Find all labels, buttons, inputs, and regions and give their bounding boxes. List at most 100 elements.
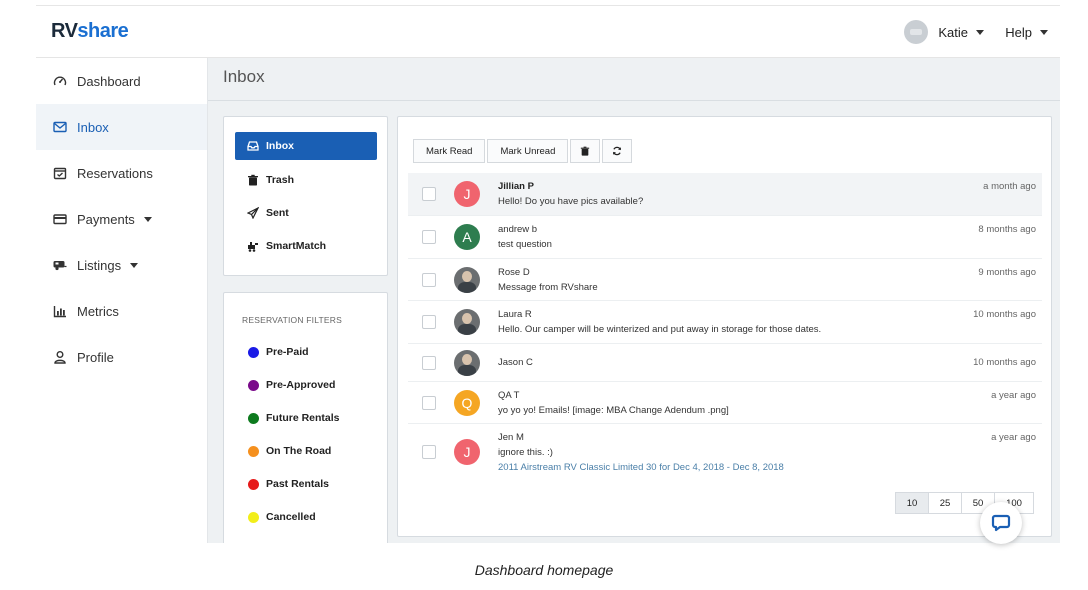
help-label: Help xyxy=(1005,25,1032,40)
sidebar-item-listings[interactable]: Listings xyxy=(36,242,207,288)
refresh-button[interactable] xyxy=(602,139,633,163)
message-checkbox[interactable] xyxy=(422,273,436,287)
filter-color-dot xyxy=(248,379,259,391)
filter-label: On The Road xyxy=(266,445,332,457)
sidebar-item-inbox[interactable]: Inbox xyxy=(36,104,207,150)
message-row[interactable]: Laura R Hello. Our camper will be winter… xyxy=(408,301,1042,344)
sidebar-item-payments[interactable]: Payments xyxy=(36,196,207,242)
folder-label: Sent xyxy=(266,207,289,219)
message-checkbox[interactable] xyxy=(422,230,436,244)
sidebar-item-label: Payments xyxy=(77,211,135,227)
sidebar-item-label: Reservations xyxy=(77,165,153,181)
message-row[interactable]: A andrew b test question 8 months ago xyxy=(408,216,1042,259)
message-preview: Hello. Our camper will be winterized and… xyxy=(498,324,822,335)
sidebar-nav: Dashboard Inbox Reservations Payments Li… xyxy=(36,58,207,543)
rv-trailer-icon xyxy=(53,258,67,272)
inbox-tray-icon xyxy=(247,140,259,152)
user-name: Katie xyxy=(938,24,968,40)
sidebar-item-label: Metrics xyxy=(77,303,119,319)
mark-unread-button[interactable]: Mark Unread xyxy=(487,139,569,163)
message-row[interactable]: Rose D Message from RVshare 9 months ago xyxy=(408,259,1042,301)
message-row[interactable]: Q QA T yo yo yo! Emails! [image: MBA Cha… xyxy=(408,382,1042,424)
message-time: 10 months ago xyxy=(973,309,1036,320)
folder-trash[interactable]: Trash xyxy=(235,166,377,194)
page-title: Inbox xyxy=(223,67,265,86)
message-time: 9 months ago xyxy=(978,267,1036,278)
sender-name: Jillian P xyxy=(498,181,534,192)
filter-color-dot xyxy=(248,412,259,424)
filter-label: Cancelled xyxy=(266,511,316,523)
bar-chart-icon xyxy=(53,304,67,318)
message-checkbox[interactable] xyxy=(422,187,436,201)
sidebar-item-reservations[interactable]: Reservations xyxy=(36,150,207,196)
filter-color-dot xyxy=(248,346,259,358)
sender-avatar: J xyxy=(454,181,480,207)
sender-avatar: Q xyxy=(454,390,480,416)
filter-pre-paid[interactable]: Pre-Paid xyxy=(248,346,309,358)
folder-sent[interactable]: Sent xyxy=(235,199,377,227)
user-avatar xyxy=(904,20,929,44)
filter-color-dot xyxy=(248,478,259,490)
message-row[interactable]: J Jillian P Hello! Do you have pics avai… xyxy=(408,173,1042,216)
sidebar-item-dashboard[interactable]: Dashboard xyxy=(36,58,207,104)
sender-name: andrew b xyxy=(498,224,538,235)
sidebar-item-profile[interactable]: Profile xyxy=(36,334,207,380)
message-row[interactable]: Jason C 10 months ago xyxy=(408,344,1042,382)
main-content: Inbox Inbox Trash Sent SmartMatch RESERV… xyxy=(207,58,1060,543)
filter-color-dot xyxy=(248,445,259,457)
filter-future-rentals[interactable]: Future Rentals xyxy=(248,412,340,424)
top-bar: RVshare Katie Help xyxy=(36,6,1060,58)
filter-color-dot xyxy=(248,511,259,523)
sender-name: Rose D xyxy=(498,267,530,278)
app-window: RVshare Katie Help Dashboard Inbox Reser… xyxy=(36,5,1060,543)
message-preview: test question xyxy=(498,239,552,250)
delete-button[interactable] xyxy=(570,139,601,163)
sender-name: Jason C xyxy=(498,357,533,368)
messages-panel: Mark Read Mark Unread J Jillian P Hello!… xyxy=(397,116,1052,537)
reservation-link[interactable]: 2011 Airstream RV Classic Limited 30 for… xyxy=(498,462,784,473)
page-size-25[interactable]: 25 xyxy=(928,492,962,514)
message-checkbox[interactable] xyxy=(422,356,436,370)
user-menu[interactable]: Katie xyxy=(904,20,984,44)
sender-avatar: A xyxy=(454,224,480,250)
sidebar-item-label: Inbox xyxy=(77,119,109,135)
sidebar-item-metrics[interactable]: Metrics xyxy=(36,288,207,334)
message-time: a month ago xyxy=(983,181,1036,192)
chevron-down-icon xyxy=(143,216,152,222)
message-checkbox[interactable] xyxy=(422,396,436,410)
sender-name: QA T xyxy=(498,390,520,401)
folder-smartmatch[interactable]: SmartMatch xyxy=(235,232,377,260)
message-time: 10 months ago xyxy=(973,357,1036,368)
page-size-10[interactable]: 10 xyxy=(895,492,929,514)
sender-name: Laura R xyxy=(498,309,532,320)
message-checkbox[interactable] xyxy=(422,315,436,329)
message-preview: ignore this. :) xyxy=(498,447,553,458)
mark-read-button[interactable]: Mark Read xyxy=(413,139,486,163)
filter-cancelled[interactable]: Cancelled xyxy=(248,511,316,523)
sidebar-item-label: Listings xyxy=(77,257,122,273)
message-preview: Hello! Do you have pics available? xyxy=(498,196,644,207)
help-menu[interactable]: Help xyxy=(1005,25,1048,40)
folder-inbox[interactable]: Inbox xyxy=(235,132,377,160)
folder-label: SmartMatch xyxy=(266,240,327,252)
sender-photo-avatar xyxy=(454,350,480,376)
message-checkbox[interactable] xyxy=(422,445,436,459)
folder-label: Trash xyxy=(266,174,295,186)
filter-pre-approved[interactable]: Pre-Approved xyxy=(248,379,335,391)
credit-card-icon xyxy=(53,212,67,226)
trash-icon xyxy=(581,146,590,156)
chevron-down-icon xyxy=(1040,30,1048,35)
chat-button[interactable] xyxy=(980,502,1022,544)
filter-on-the-road[interactable]: On The Road xyxy=(248,445,331,457)
message-preview: yo yo yo! Emails! [image: MBA Change Ade… xyxy=(498,405,729,416)
dashboard-gauge-icon xyxy=(53,74,67,88)
calendar-check-icon xyxy=(53,166,67,180)
filter-past-rentals[interactable]: Past Rentals xyxy=(248,478,329,490)
chevron-down-icon xyxy=(130,262,139,268)
message-preview: Message from RVshare xyxy=(498,282,598,293)
message-row[interactable]: J Jen M ignore this. :) 2011 Airstream R… xyxy=(408,424,1042,480)
rvshare-logo[interactable]: RVshare xyxy=(51,20,129,43)
filter-label: Pre-Paid xyxy=(266,346,309,358)
filter-label: Pre-Approved xyxy=(266,379,336,391)
image-caption: Dashboard homepage xyxy=(474,562,614,578)
